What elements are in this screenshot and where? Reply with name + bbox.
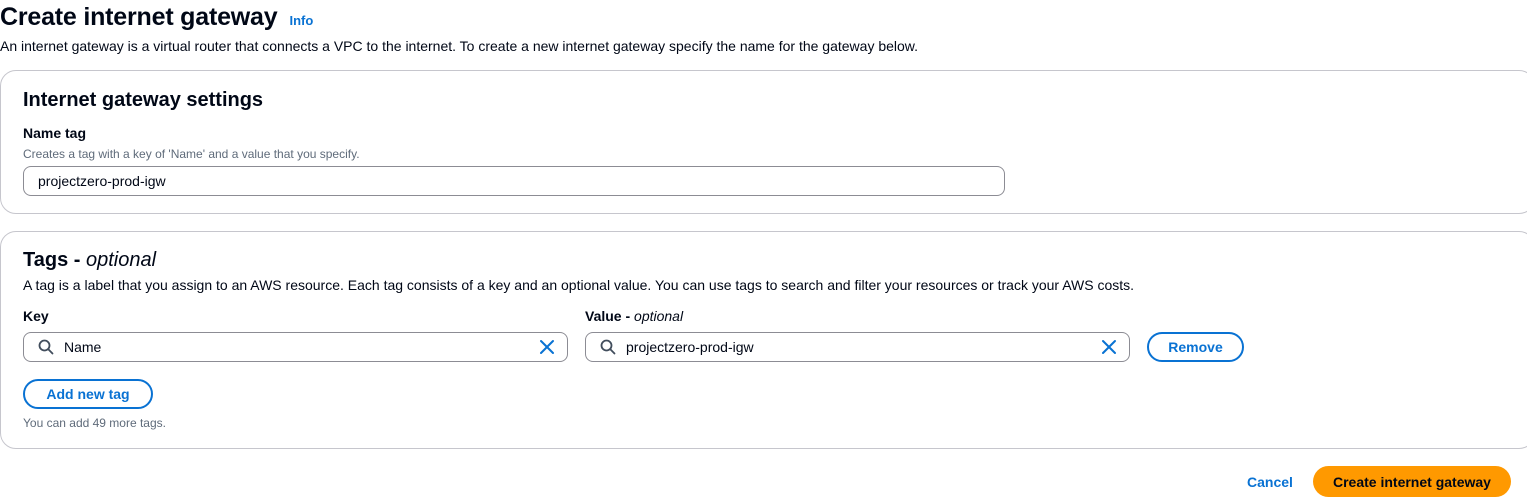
- page-header: Create internet gateway Info: [0, 3, 313, 32]
- page-title: Create internet gateway: [0, 3, 278, 31]
- tags-description: A tag is a label that you assign to an A…: [23, 277, 1135, 293]
- name-tag-input[interactable]: [23, 166, 1005, 196]
- tag-key-field: [23, 332, 568, 362]
- search-icon: [38, 339, 54, 355]
- tags-heading-optional: optional: [85, 249, 157, 271]
- cancel-button[interactable]: Cancel: [1247, 474, 1293, 490]
- clear-value-icon[interactable]: [1101, 339, 1117, 355]
- info-link[interactable]: Info: [289, 13, 313, 28]
- tag-limit-hint: You can add 49 more tags.: [23, 416, 166, 430]
- page-title-row: Create internet gateway Info: [0, 3, 313, 32]
- key-label: Key: [23, 308, 49, 324]
- tags-heading-text: Tags -: [23, 249, 86, 271]
- value-label: Value - optional: [585, 308, 683, 324]
- value-label-optional: optional: [634, 308, 684, 324]
- settings-heading: Internet gateway settings: [23, 89, 264, 111]
- remove-tag-button[interactable]: Remove: [1147, 332, 1244, 362]
- clear-key-icon[interactable]: [539, 339, 555, 355]
- value-label-text: Value -: [585, 308, 635, 324]
- settings-panel: Internet gateway settings Name tag Creat…: [0, 70, 1527, 214]
- tags-heading: Tags - optional: [23, 249, 156, 272]
- tag-key-input[interactable]: [54, 339, 539, 355]
- name-tag-hint: Creates a tag with a key of 'Name' and a…: [23, 147, 360, 161]
- create-internet-gateway-button[interactable]: Create internet gateway: [1313, 466, 1511, 497]
- tag-value-input[interactable]: [616, 339, 1101, 355]
- name-tag-label: Name tag: [23, 125, 87, 141]
- tag-value-field: [585, 332, 1130, 362]
- search-icon: [600, 339, 616, 355]
- page-description: An internet gateway is a virtual router …: [0, 38, 919, 54]
- add-new-tag-button[interactable]: Add new tag: [23, 379, 153, 409]
- tags-panel: Tags - optional A tag is a label that yo…: [0, 231, 1527, 449]
